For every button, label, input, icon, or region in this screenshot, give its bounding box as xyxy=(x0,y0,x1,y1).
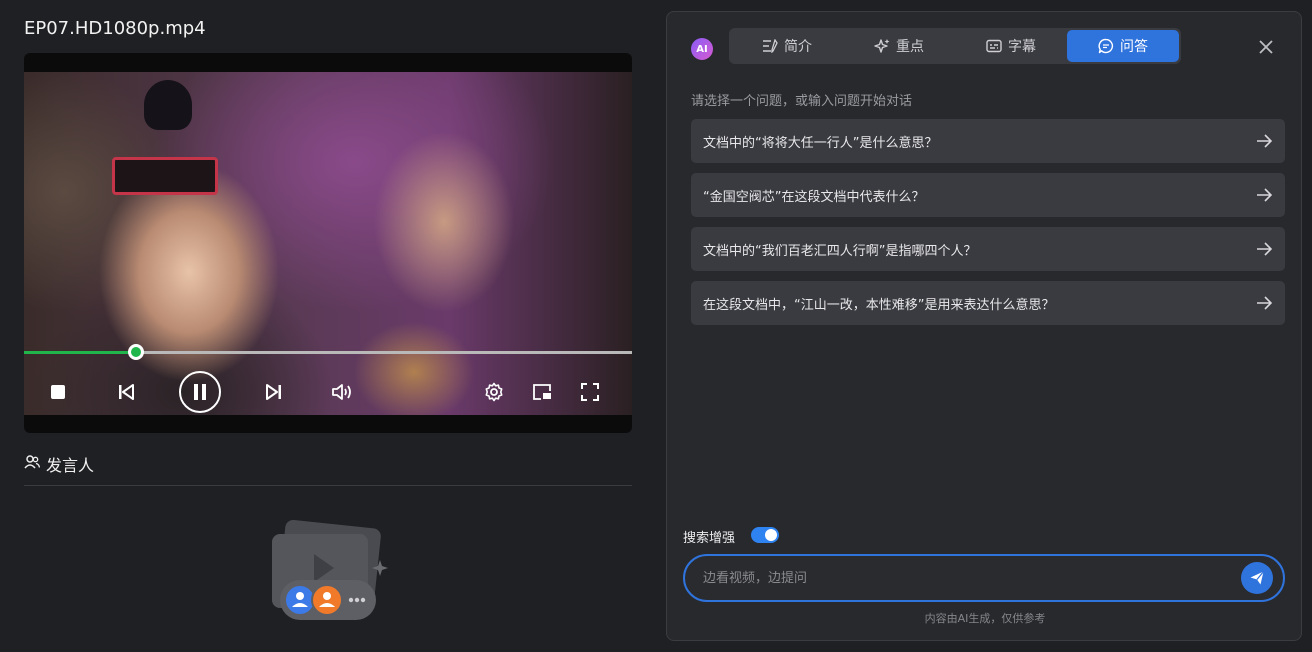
skip-previous-icon xyxy=(119,384,134,400)
tab-label: 问答 xyxy=(1120,39,1148,55)
video-frame[interactable] xyxy=(24,72,632,415)
search-enhance-label: 搜索增强 xyxy=(683,531,736,546)
picture-in-picture-icon xyxy=(533,384,551,400)
send-button[interactable] xyxy=(1241,562,1273,594)
tab-subtitles[interactable]: 字幕 xyxy=(955,30,1067,62)
send-icon xyxy=(1250,571,1264,585)
tab-label: 重点 xyxy=(896,39,924,55)
skip-next-icon xyxy=(266,384,281,400)
suggested-question[interactable]: 文档中的“将将大任一行人”是什么意思？ xyxy=(691,119,1285,163)
previous-button[interactable] xyxy=(111,377,141,407)
ai-assistant-panel: AI 简介 重点 字幕 问答 请选择一个问题，或输入问题开始对话 文档中的“将将… xyxy=(666,11,1302,641)
stop-button[interactable] xyxy=(43,377,73,407)
empty-speakers-illustration xyxy=(272,520,388,620)
tab-highlights[interactable]: 重点 xyxy=(843,30,955,62)
speaker-section-title: 发言人 xyxy=(46,456,95,475)
video-section: EP07.HD1080p.mp4 发言人 xyxy=(0,0,660,652)
question-text: 在这段文档中，“江山一改，本性难移”是用来表达什么意思？ xyxy=(703,298,1055,313)
settings-button[interactable] xyxy=(479,377,509,407)
sparkle-icon xyxy=(874,39,890,53)
subtitle-icon xyxy=(986,39,1002,53)
speaker-section: 发言人 xyxy=(24,450,632,486)
picture-in-picture-button[interactable] xyxy=(527,377,557,407)
progress-bar[interactable] xyxy=(24,344,632,360)
progress-fill xyxy=(24,351,137,354)
search-enhance-toggle[interactable] xyxy=(751,527,779,543)
pause-button[interactable] xyxy=(179,371,221,413)
volume-button[interactable] xyxy=(327,377,357,407)
tab-summary[interactable]: 简介 xyxy=(731,30,843,62)
arrow-right-icon xyxy=(1257,296,1273,310)
question-input[interactable] xyxy=(703,568,1223,588)
toggle-knob xyxy=(765,529,777,541)
arrow-right-icon xyxy=(1257,242,1273,256)
pause-icon xyxy=(194,384,206,400)
arrow-right-icon xyxy=(1257,188,1273,202)
arrow-right-icon xyxy=(1257,134,1273,148)
file-title: EP07.HD1080p.mp4 xyxy=(24,18,206,39)
summary-icon xyxy=(763,39,778,53)
next-button[interactable] xyxy=(259,377,289,407)
video-player[interactable] xyxy=(24,53,632,433)
fullscreen-icon xyxy=(581,383,599,401)
panel-tabs: 简介 重点 字幕 问答 xyxy=(729,28,1181,64)
question-text: 文档中的“我们百老汇四人行啊”是指哪四个人？ xyxy=(703,244,977,259)
volume-icon xyxy=(332,384,351,400)
ai-disclaimer: 内容由AI生成，仅供参考 xyxy=(924,612,1046,625)
question-text: 文档中的“将将大任一行人”是什么意思？ xyxy=(703,136,938,151)
close-icon[interactable] xyxy=(1257,38,1275,56)
suggested-question[interactable]: “金国空阀芯”在这段文档中代表什么？ xyxy=(691,173,1285,217)
tab-label: 字幕 xyxy=(1008,39,1036,55)
player-controls xyxy=(24,371,632,415)
fullscreen-button[interactable] xyxy=(575,377,605,407)
gear-icon xyxy=(485,382,503,402)
people-icon xyxy=(24,455,40,469)
frame-detail xyxy=(112,157,218,195)
chat-bubble-icon xyxy=(1098,38,1114,54)
stop-icon xyxy=(51,385,65,399)
suggested-question[interactable]: 文档中的“我们百老汇四人行啊”是指哪四个人？ xyxy=(691,227,1285,271)
ai-logo-icon: AI xyxy=(691,38,713,60)
frame-detail xyxy=(144,80,192,130)
tab-qa[interactable]: 问答 xyxy=(1067,30,1179,62)
question-text: “金国空阀芯”在这段文档中代表什么？ xyxy=(703,190,925,205)
question-input-box xyxy=(683,554,1285,602)
question-prompt: 请选择一个问题，或输入问题开始对话 xyxy=(691,94,913,109)
suggested-question[interactable]: 在这段文档中，“江山一改，本性难移”是用来表达什么意思？ xyxy=(691,281,1285,325)
tab-label: 简介 xyxy=(784,39,812,55)
